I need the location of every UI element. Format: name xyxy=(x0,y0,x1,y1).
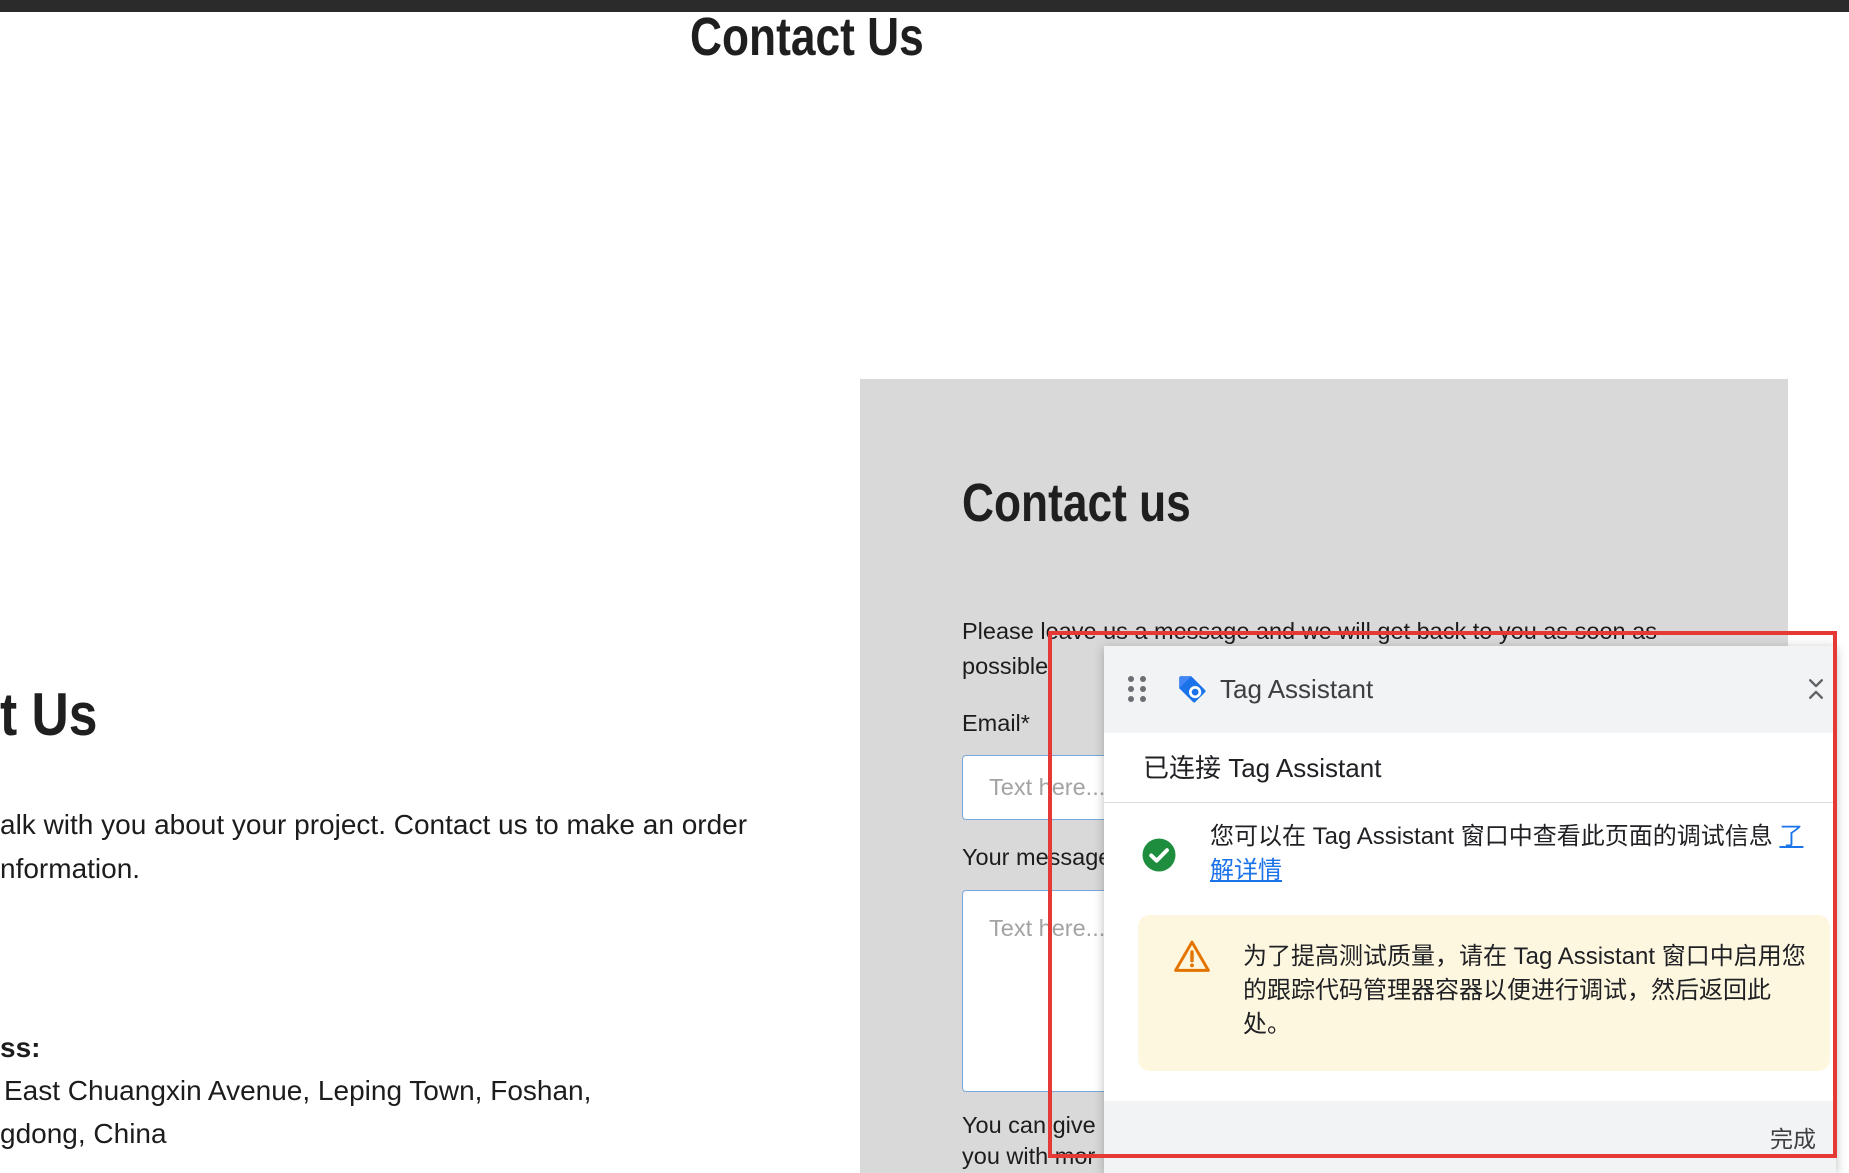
address-label: ss: xyxy=(0,1032,41,1063)
panel-footer: 完成 xyxy=(1104,1101,1836,1173)
unfold-less-icon[interactable] xyxy=(1802,675,1830,703)
left-intro-line: nformation. xyxy=(0,853,141,884)
left-intro-line: alk with you about your project. Contact… xyxy=(0,809,748,840)
top-bar xyxy=(0,0,1849,12)
done-button[interactable]: 完成 xyxy=(1770,1125,1816,1153)
message-label: Your message xyxy=(962,844,1112,870)
left-section-heading: t Us xyxy=(0,681,98,748)
contact-form-note: You can give you with mor xyxy=(962,1110,1096,1172)
contact-form-title: Contact us xyxy=(962,473,1191,533)
address-line: gdong, China xyxy=(0,1118,167,1149)
left-intro-paragraph: alk with you about your project. Contact… xyxy=(0,803,747,891)
warning-box: 为了提高测试质量，请在 Tag Assistant 窗口中启用您的跟踪代码管理器… xyxy=(1138,915,1830,1071)
info-message: 您可以在 Tag Assistant 窗口中查看此页面的调试信息 了解详情 xyxy=(1210,820,1815,888)
page-title: Contact Us xyxy=(690,7,924,67)
form-intro-line: Please leave us a message and we will ge… xyxy=(962,618,1657,644)
tag-assistant-panel: Tag Assistant 已连接 Tag Assistant 您可以在 Tag… xyxy=(1104,646,1836,1173)
connection-status: 已连接 Tag Assistant xyxy=(1143,753,1382,783)
panel-title: Tag Assistant xyxy=(1220,674,1374,704)
address-block: East Chuangxin Avenue, Leping Town, Fosh… xyxy=(0,1069,591,1155)
panel-header: Tag Assistant xyxy=(1104,646,1836,733)
address-line: East Chuangxin Avenue, Leping Town, Fosh… xyxy=(4,1075,592,1106)
check-circle-icon xyxy=(1142,838,1176,872)
warning-triangle-icon xyxy=(1174,940,1210,972)
warning-text: 为了提高测试质量，请在 Tag Assistant 窗口中启用您的跟踪代码管理器… xyxy=(1243,943,1806,1038)
divider xyxy=(1104,802,1836,803)
info-text: 您可以在 Tag Assistant 窗口中查看此页面的调试信息 xyxy=(1210,823,1773,850)
email-label: Email* xyxy=(962,710,1030,736)
tag-assistant-icon xyxy=(1179,676,1206,703)
form-note-line: you with mor xyxy=(962,1143,1096,1169)
drag-handle-icon[interactable] xyxy=(1127,675,1147,703)
form-note-line: You can give xyxy=(962,1112,1096,1138)
